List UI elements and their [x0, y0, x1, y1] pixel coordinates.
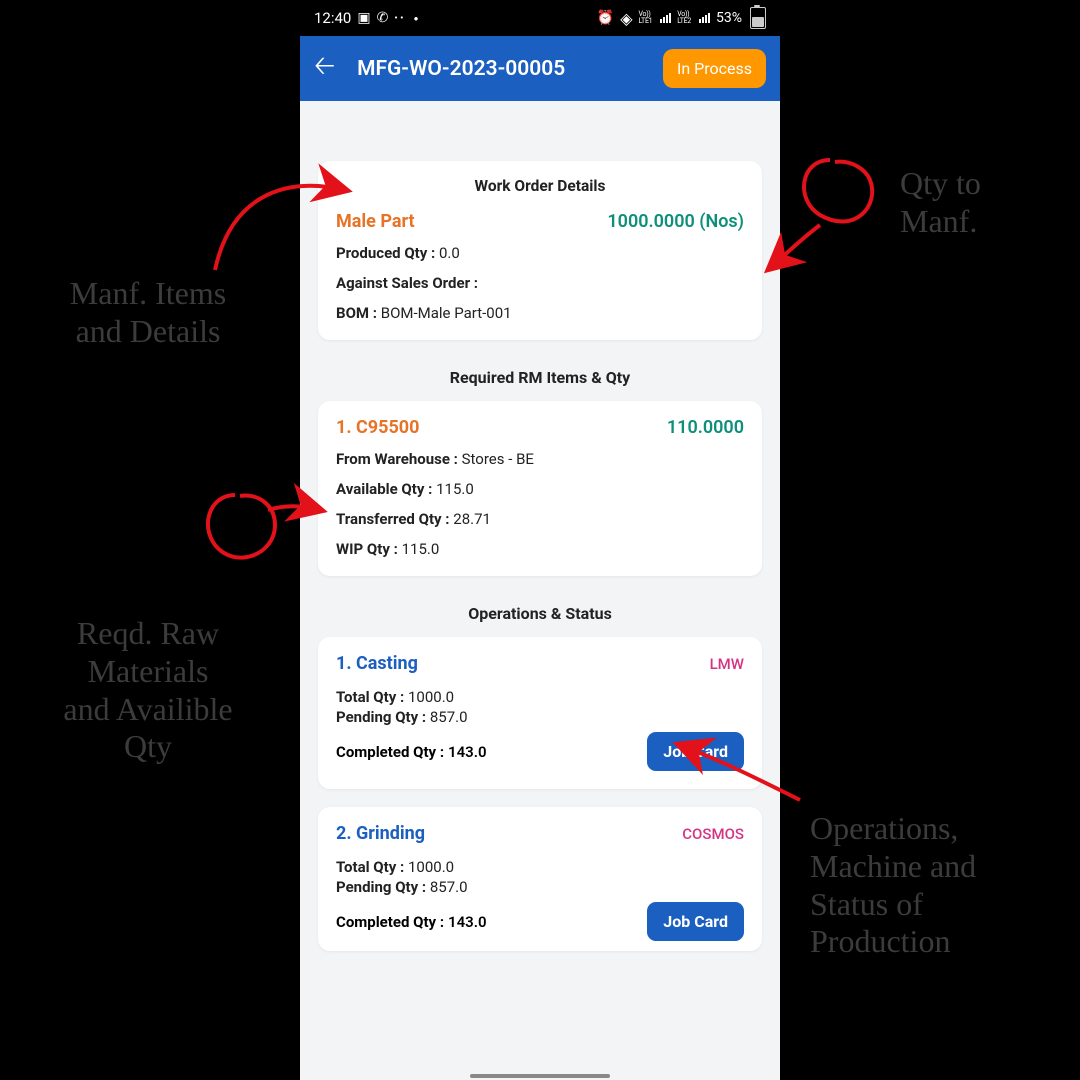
battery-percent: 53%	[716, 10, 742, 26]
rm-item-title: 1. C95500	[336, 417, 419, 438]
annotation-qty-manf: Qty toManf.	[900, 165, 1070, 241]
sim1-label: Vo))LTE1	[639, 11, 653, 25]
op2-total-label: Total Qty :	[336, 858, 404, 876]
app-bar: 🡠 MFG-WO-2023-00005 In Process	[300, 36, 780, 101]
signal-1-icon	[660, 13, 671, 23]
avail-label: Available Qty :	[336, 480, 432, 498]
op1-title: 1. Casting	[336, 653, 418, 674]
produced-qty-label: Produced Qty :	[336, 244, 435, 262]
whatsapp-icon: ✆	[377, 10, 389, 26]
dot-icon: ●	[414, 14, 419, 23]
op2-total: 1000.0	[408, 858, 454, 876]
op1-pending: 857.0	[430, 708, 468, 726]
nav-handle[interactable]	[470, 1074, 610, 1078]
wo-qty: 1000.0000 (Nos)	[607, 211, 744, 232]
image-icon: ▣	[357, 10, 370, 26]
annotation-operations: Operations,Machine andStatus ofProductio…	[810, 810, 1070, 961]
ops-header: Operations & Status	[300, 604, 780, 623]
signal-2-icon	[699, 13, 710, 23]
op2-completed: 143.0	[448, 913, 487, 931]
wo-item-name: Male Part	[336, 211, 415, 232]
work-order-card: Work Order Details Male Part 1000.0000 (…	[318, 161, 762, 340]
battery-icon	[750, 7, 766, 29]
trans-value: 28.71	[453, 510, 491, 528]
from-wh-label: From Warehouse :	[336, 450, 458, 468]
job-card-button-2[interactable]: Job Card	[647, 902, 744, 941]
annotation-manf-items: Manf. Itemsand Details	[8, 275, 288, 351]
wip-label: WIP Qty :	[336, 540, 398, 558]
status-time: 12:40	[314, 9, 351, 27]
op-card-1: 1. Casting LMW Total Qty : 1000.0 Pendin…	[318, 637, 762, 789]
wip-value: 115.0	[402, 540, 440, 558]
op2-title: 2. Grinding	[336, 823, 425, 844]
more-icon: • •	[394, 13, 403, 24]
trans-label: Transferred Qty :	[336, 510, 450, 528]
sales-order-label: Against Sales Order :	[336, 274, 478, 292]
op2-pending: 857.0	[430, 878, 468, 896]
op2-completed-label: Completed Qty :	[336, 913, 444, 931]
op1-machine: LMW	[710, 655, 744, 673]
status-badge[interactable]: In Process	[663, 49, 766, 88]
wifi-icon: ◈	[620, 9, 632, 28]
rm-item-card: 1. C95500 110.0000 From Warehouse : Stor…	[318, 401, 762, 576]
page-title: MFG-WO-2023-00005	[357, 57, 565, 81]
op1-pending-label: Pending Qty :	[336, 708, 426, 726]
phone-frame: 12:40 ▣ ✆ • • ● ⏰ ◈ Vo))LTE1 Vo))LTE2 53…	[300, 0, 780, 1080]
avail-value: 115.0	[436, 480, 474, 498]
op1-total: 1000.0	[408, 688, 454, 706]
op1-completed-label: Completed Qty :	[336, 743, 444, 761]
op-card-2: 2. Grinding COSMOS Total Qty : 1000.0 Pe…	[318, 807, 762, 951]
wo-header: Work Order Details	[336, 177, 744, 195]
bom-value: BOM-Male Part-001	[381, 304, 512, 322]
sim2-label: Vo))LTE2	[677, 11, 691, 25]
alarm-icon: ⏰	[597, 10, 614, 26]
op2-pending-label: Pending Qty :	[336, 878, 426, 896]
back-arrow-icon[interactable]: 🡠	[314, 47, 335, 91]
job-card-button-1[interactable]: Job Card	[647, 732, 744, 771]
status-bar: 12:40 ▣ ✆ • • ● ⏰ ◈ Vo))LTE1 Vo))LTE2 53…	[300, 0, 780, 36]
op2-machine: COSMOS	[682, 825, 744, 843]
op1-completed: 143.0	[448, 743, 487, 761]
rm-item-qty: 110.0000	[667, 417, 744, 438]
op1-total-label: Total Qty :	[336, 688, 404, 706]
from-wh-value: Stores - BE	[462, 450, 534, 468]
bom-label: BOM :	[336, 304, 377, 322]
produced-qty-value: 0.0	[439, 244, 460, 262]
content-scroll[interactable]: Work Order Details Male Part 1000.0000 (…	[300, 101, 780, 1080]
rm-header: Required RM Items & Qty	[300, 368, 780, 387]
annotation-raw-materials: Reqd. RawMaterialsand AvailibleQty	[8, 615, 288, 766]
